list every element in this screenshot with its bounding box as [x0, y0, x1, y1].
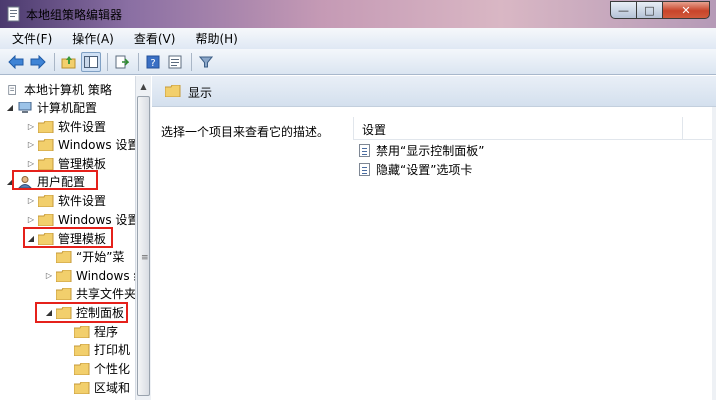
menu-file[interactable]: 文件(F): [0, 30, 58, 47]
menu-bar: 文件(F) 操作(A) 查看(V) 帮助(H): [0, 28, 716, 49]
details-pane: 显示 选择一个项目来查看它的描述。 设置 禁用“显示控制面板” 隐藏“设置”选项…: [152, 76, 716, 400]
back-icon[interactable]: [6, 52, 26, 72]
folder-icon: [165, 85, 181, 97]
policy-setting-icon: [359, 143, 370, 157]
folder-icon: [74, 362, 90, 375]
toolbar-separator: [54, 52, 55, 71]
svg-text:?: ?: [150, 58, 155, 69]
menu-view[interactable]: 查看(V): [120, 30, 182, 47]
setting-row[interactable]: 禁用“显示控制面板”: [359, 141, 484, 159]
details-scrollbar[interactable]: [712, 107, 716, 400]
window-title: 本地组策略编辑器: [26, 8, 123, 22]
folder-icon: [74, 325, 90, 338]
tree-item-cc-windows[interactable]: ▷ Windows 设置: [26, 135, 139, 154]
tree-item-cc-software[interactable]: ▷ 软件设置: [26, 117, 106, 136]
tree-item-computer-config[interactable]: ◢ 计算机配置: [5, 98, 97, 117]
highlight-box-user-config: [12, 170, 98, 190]
maximize-button[interactable]: □: [637, 1, 663, 19]
title-bar: 本地组策略编辑器 — □ ✕: [0, 0, 716, 28]
folder-icon: [38, 157, 54, 170]
folder-icon: [38, 138, 54, 151]
setting-row[interactable]: 隐藏“设置”选项卡: [359, 160, 472, 178]
expand-arrow-icon[interactable]: ▷: [44, 271, 54, 280]
minimize-button[interactable]: —: [610, 1, 637, 19]
expand-arrow-icon[interactable]: ▷: [26, 196, 36, 205]
tree-scrollbar[interactable]: ▲ ≡: [135, 76, 151, 400]
folder-icon: [74, 381, 90, 394]
folder-icon: [56, 250, 72, 263]
menu-action[interactable]: 操作(A): [58, 30, 120, 47]
menu-help[interactable]: 帮助(H): [181, 30, 243, 47]
column-header-setting[interactable]: 设置: [353, 117, 716, 140]
tree-item-programs[interactable]: 程序: [72, 322, 118, 341]
filter-icon[interactable]: [196, 52, 216, 72]
tree-item-start-menu[interactable]: “开始”菜: [54, 247, 124, 266]
tree-item-printers[interactable]: 打印机: [72, 340, 130, 359]
forward-icon[interactable]: [28, 52, 48, 72]
tree-item-shared-folders[interactable]: 共享文件夹: [54, 284, 136, 303]
tree-item-personalization[interactable]: 个性化: [72, 359, 130, 378]
folder-icon: [38, 120, 54, 133]
details-header: 显示: [152, 76, 716, 107]
collapse-arrow-icon[interactable]: ◢: [5, 103, 15, 112]
scrollbar-thumb[interactable]: ≡: [137, 96, 150, 396]
folder-icon: [56, 269, 72, 282]
tree-item-uc-software[interactable]: ▷ 软件设置: [26, 191, 106, 210]
close-button[interactable]: ✕: [663, 1, 710, 19]
details-title: 显示: [188, 86, 213, 100]
highlight-box-admin-templates: [23, 227, 113, 248]
policy-document-icon: [8, 84, 16, 95]
folder-icon: [74, 343, 90, 356]
tree-item-regional[interactable]: 区域和: [72, 378, 130, 397]
properties-icon[interactable]: [165, 52, 185, 72]
toolbar-separator: [191, 52, 192, 71]
expand-arrow-icon[interactable]: ▷: [26, 215, 36, 224]
description-text: 选择一个项目来查看它的描述。: [161, 125, 330, 139]
column-divider[interactable]: [682, 117, 683, 140]
toolbar-separator: [138, 52, 139, 71]
folder-icon: [38, 194, 54, 207]
export-list-icon[interactable]: [112, 52, 132, 72]
folder-icon: [38, 213, 54, 226]
group-policy-app-icon: [7, 6, 20, 22]
folder-icon: [56, 287, 72, 300]
toolbar: ?: [0, 49, 716, 75]
computer-icon: [18, 101, 32, 113]
grip-icon: ≡: [141, 253, 149, 263]
toolbar-separator: [107, 52, 108, 71]
up-folder-icon[interactable]: [59, 52, 79, 72]
highlight-box-control-panel: [35, 302, 128, 323]
show-hide-tree-icon[interactable]: [81, 51, 101, 72]
tree-item-root[interactable]: 本地计算机 策略: [6, 80, 112, 99]
policy-setting-icon: [359, 162, 370, 176]
help-icon[interactable]: ?: [143, 52, 163, 72]
tree-item-windows-components[interactable]: ▷ Windows 组: [44, 266, 145, 285]
expand-arrow-icon[interactable]: ▷: [26, 159, 36, 168]
expand-arrow-icon[interactable]: ▷: [26, 140, 36, 149]
scroll-up-arrow-icon[interactable]: ▲: [136, 78, 151, 94]
expand-arrow-icon[interactable]: ▷: [26, 122, 36, 131]
